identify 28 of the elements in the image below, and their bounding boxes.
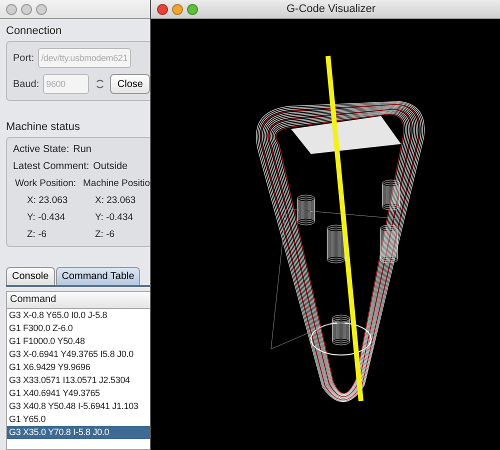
close-button[interactable] xyxy=(157,4,168,14)
latest-comment-label: Latest Comment: xyxy=(13,161,90,172)
latest-comment-value: Outside xyxy=(93,161,128,172)
work-position-value: Y: -0.434 xyxy=(26,212,66,223)
tab[interactable]: Command Table xyxy=(56,267,140,285)
close-button[interactable]: Close xyxy=(110,74,150,94)
machine-position-value: Y: -0.434 xyxy=(94,212,134,223)
zoom-button[interactable] xyxy=(36,4,47,14)
machine-position-value: X: 23.063 xyxy=(94,195,137,206)
active-state-label: Active State: xyxy=(13,144,70,155)
baud-label: Baud: xyxy=(13,78,40,90)
machine-position-value: Z: -6 xyxy=(94,229,116,240)
machine-position-label: Machine Positio xyxy=(83,178,150,189)
work-position-value: X: 23.063 xyxy=(26,195,69,206)
tab[interactable]: Console xyxy=(6,267,55,285)
window-title: G-Code Visualizer xyxy=(286,3,377,15)
section-heading: Connection xyxy=(5,24,63,39)
column-header[interactable]: Command xyxy=(7,292,150,309)
active-state-value: Run xyxy=(73,144,92,155)
port-label: Port: xyxy=(13,52,34,64)
work-position-label: Work Position: xyxy=(15,178,78,189)
minimize-button[interactable] xyxy=(172,4,183,14)
minimize-button[interactable] xyxy=(21,4,32,14)
section-heading: Machine status xyxy=(5,120,81,135)
zoom-button[interactable] xyxy=(187,4,198,14)
table-row[interactable]: G3 X35.0 Y70.8 I-5.8 J0.0 xyxy=(7,426,150,439)
work-position-value: Z: -6 xyxy=(26,229,48,240)
close-button[interactable] xyxy=(6,4,17,14)
